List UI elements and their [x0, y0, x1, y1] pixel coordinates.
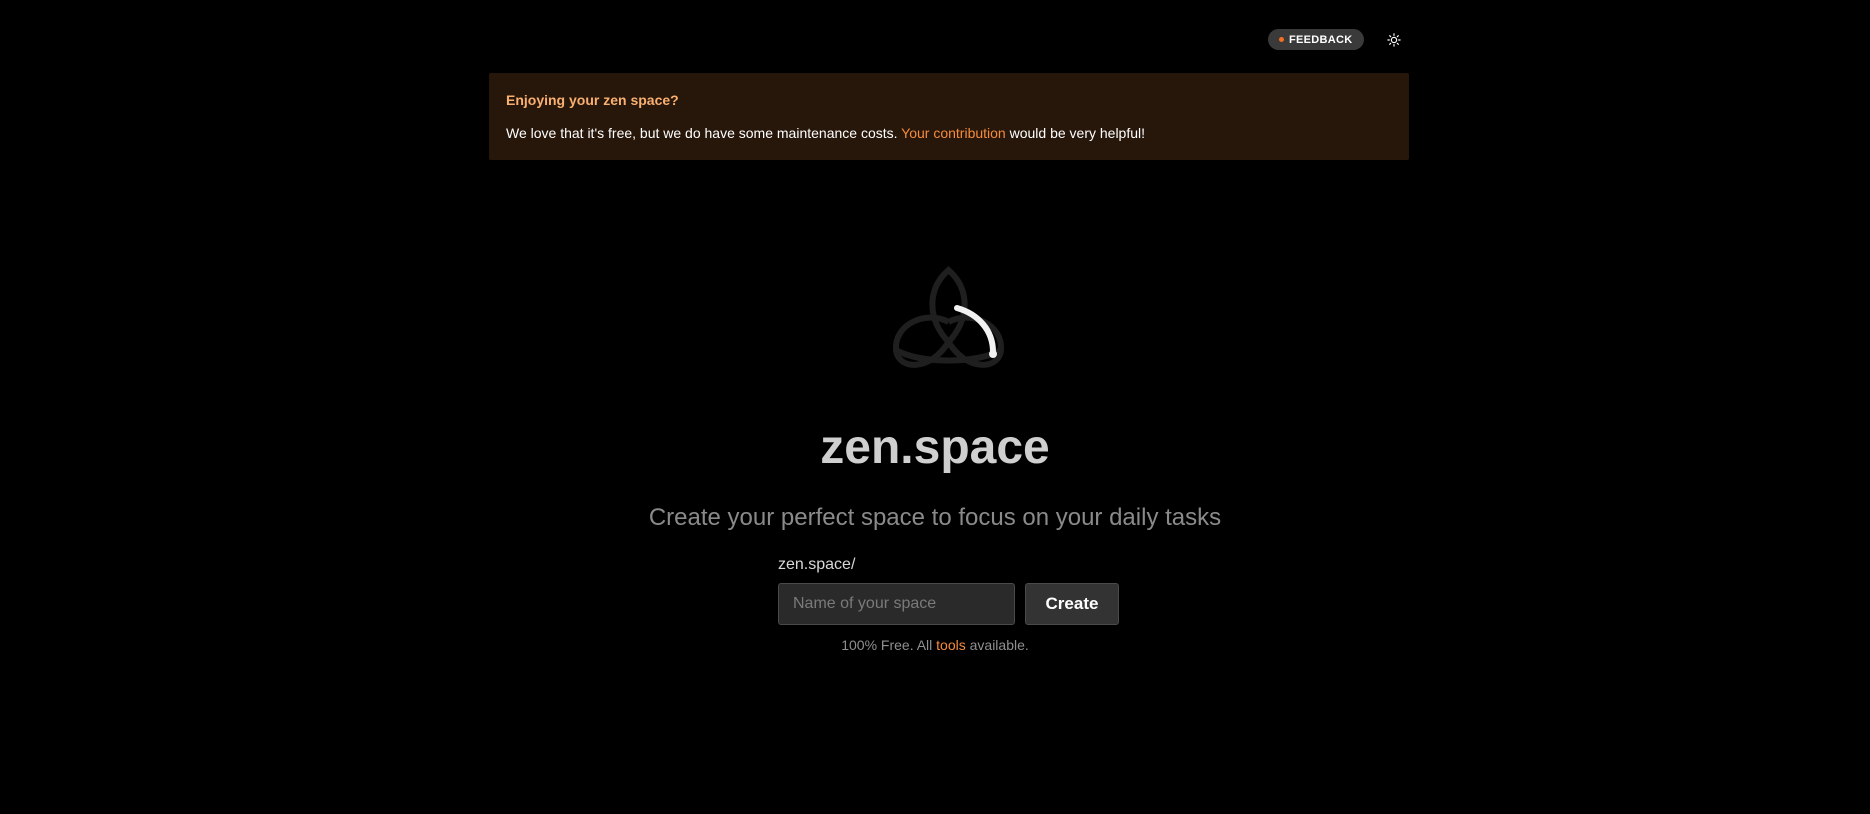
triquetra-loading-icon	[890, 262, 1007, 374]
feedback-button[interactable]: FEEDBACK	[1268, 29, 1364, 50]
sun-icon	[1387, 33, 1401, 47]
banner-text-before: We love that it's free, but we do have s…	[506, 125, 902, 141]
feedback-label: FEEDBACK	[1289, 33, 1353, 46]
theme-toggle-button[interactable]	[1384, 30, 1404, 50]
footnote: 100% Free. All tools available.	[0, 637, 1870, 653]
footnote-before: 100% Free. All	[841, 637, 937, 653]
tools-link[interactable]: tools	[936, 637, 966, 653]
banner-title: Enjoying your zen space?	[506, 92, 679, 108]
url-prefix-label: zen.space/	[778, 556, 856, 573]
create-button[interactable]: Create	[1025, 583, 1119, 625]
footnote-after: available.	[965, 637, 1029, 653]
banner-text-after: would be very helpful!	[1005, 125, 1146, 141]
banner-text: We love that it's free, but we do have s…	[506, 125, 1392, 141]
contribution-link[interactable]: Your contribution	[901, 125, 1006, 141]
tagline: Create your perfect space to focus on yo…	[648, 504, 1222, 531]
status-dot	[1279, 37, 1284, 42]
space-name-input[interactable]	[778, 583, 1015, 625]
page: FEEDBACK Enjoying your zen space? We lov…	[0, 0, 1870, 814]
app-title: zen.space	[820, 421, 1050, 474]
contribution-banner: Enjoying your zen space? We love that it…	[489, 73, 1409, 160]
